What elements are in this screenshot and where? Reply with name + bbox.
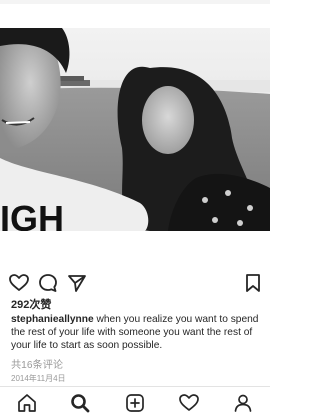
- post-caption: stephanieallynne when you realize you wa…: [11, 313, 261, 352]
- nav-search-button[interactable]: [69, 392, 91, 414]
- post-date: 2014年11月4日: [11, 374, 66, 383]
- send-arrow-icon: [68, 275, 86, 292]
- search-icon: [71, 394, 90, 413]
- share-button[interactable]: [66, 272, 88, 294]
- save-button[interactable]: [242, 272, 264, 294]
- top-bar: [0, 0, 270, 4]
- like-button[interactable]: [8, 272, 30, 294]
- nav-activity-button[interactable]: [178, 392, 200, 414]
- post-photo[interactable]: IGH: [0, 28, 270, 231]
- home-icon: [18, 394, 36, 412]
- heart-icon: [9, 274, 29, 291]
- caption-username[interactable]: stephanieallynne: [11, 314, 94, 325]
- bottom-nav-bar: [0, 386, 270, 419]
- profile-icon: [234, 394, 252, 412]
- selfie-image: IGH: [0, 28, 270, 231]
- comment-button[interactable]: [37, 272, 59, 294]
- view-comments-link[interactable]: 共16条评论: [11, 356, 63, 371]
- top-whitespace: [0, 0, 270, 28]
- shirt-print: IGH: [0, 198, 64, 231]
- post-actions-bar: [0, 266, 270, 298]
- plus-square-icon: [126, 394, 144, 412]
- nav-profile-button[interactable]: [232, 392, 254, 414]
- heart-icon: [179, 394, 199, 411]
- nav-add-button[interactable]: [124, 392, 146, 414]
- comment-bubble-icon: [39, 274, 57, 292]
- likes-count[interactable]: 292次赞: [11, 296, 51, 312]
- nav-home-button[interactable]: [16, 392, 38, 414]
- bookmark-icon: [246, 274, 260, 292]
